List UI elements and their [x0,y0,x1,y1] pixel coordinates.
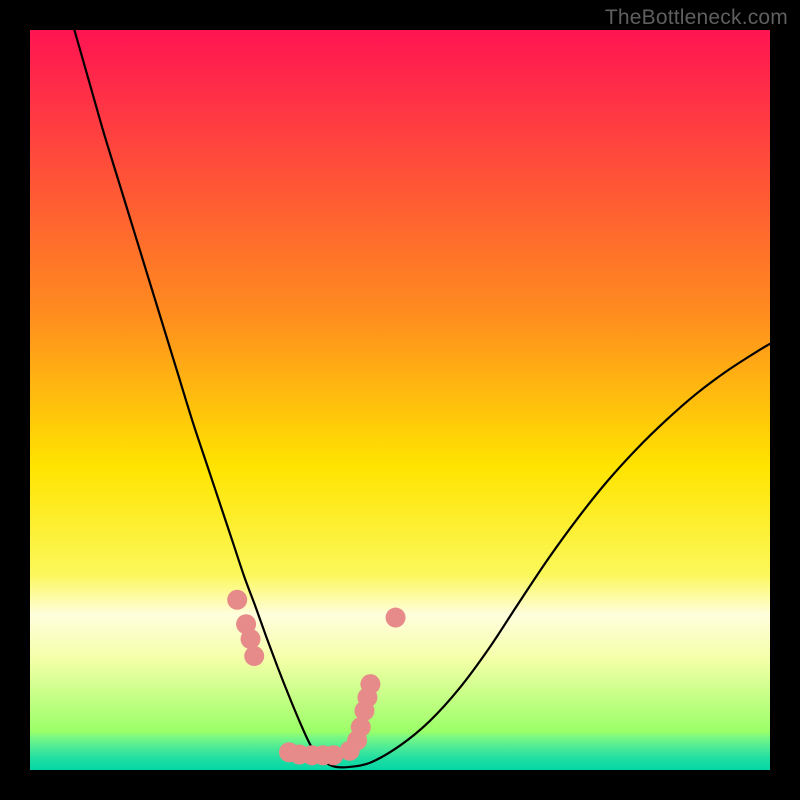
data-marker [244,646,264,666]
data-marker [386,608,406,628]
plot-area [30,30,770,770]
data-marker [227,590,247,610]
watermark-text: TheBottleneck.com [605,6,788,30]
bottleneck-curve [30,30,770,770]
data-marker [241,629,261,649]
marker-group [227,590,405,765]
data-marker [360,674,380,694]
